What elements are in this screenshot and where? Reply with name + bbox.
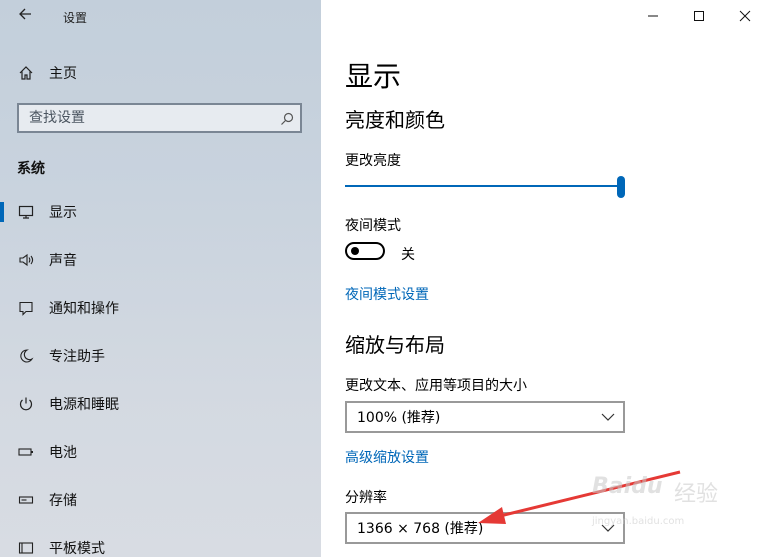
watermark-logo: Baidu [592, 474, 663, 499]
watermark-text: 经验 [674, 482, 719, 507]
watermark-url: jingyan.baidu.com [592, 516, 685, 527]
baidu-watermark: Baidu 经验 jingyan.baidu.com [592, 474, 762, 544]
settings-window: 设置 主页 系统 显示 声音 [0, 0, 768, 557]
